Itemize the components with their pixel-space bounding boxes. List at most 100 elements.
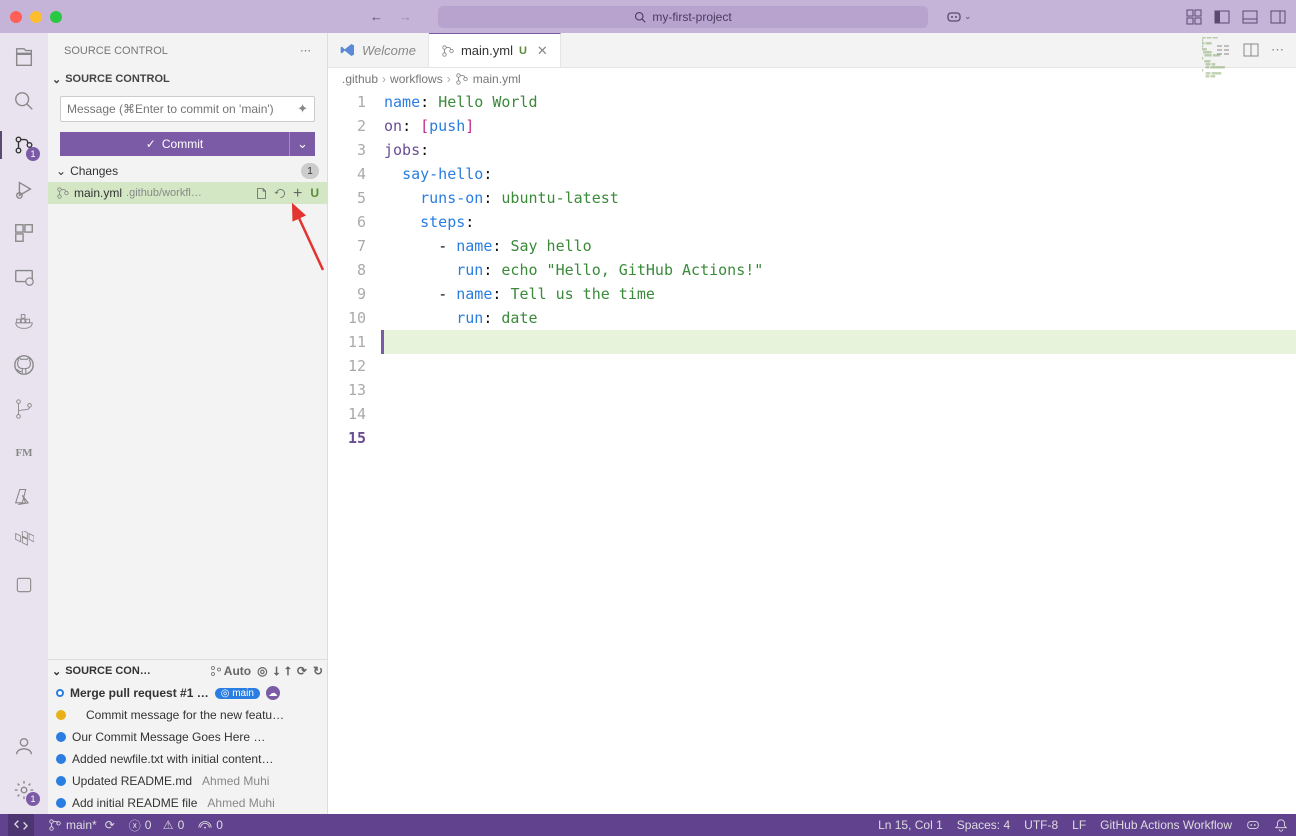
commit-row[interactable]: Our Commit Message Goes Here …: [48, 726, 327, 748]
code-editor[interactable]: 123456789101112131415 name: Hello Worldo…: [328, 90, 1296, 450]
tab-main-yml[interactable]: main.yml U ✕: [429, 33, 561, 67]
nav-forward-icon[interactable]: →: [399, 9, 412, 24]
explorer-tab[interactable]: [10, 43, 38, 71]
copilot-status-icon[interactable]: [1246, 818, 1260, 832]
remote-explorer-tab[interactable]: [10, 263, 38, 291]
branch-picker-icon[interactable]: Auto: [210, 664, 251, 678]
extra-tab[interactable]: [10, 571, 38, 599]
copilot-menu[interactable]: ⌄: [946, 9, 972, 25]
changes-count: 1: [301, 163, 319, 179]
crumb-a[interactable]: .github: [342, 72, 378, 86]
panel-bottom-icon[interactable]: [1242, 9, 1258, 25]
sparkle-icon[interactable]: ✦: [297, 101, 308, 117]
branch-indicator[interactable]: main*⟳: [48, 818, 115, 832]
accounts-icon[interactable]: [10, 732, 38, 760]
chevron-down-icon: ⌄: [297, 136, 308, 152]
problems-indicator[interactable]: ⓧ0 ⚠0: [129, 817, 185, 834]
commit-dot: [56, 689, 64, 697]
search-tab[interactable]: [10, 87, 38, 115]
chevron-down-icon: ⌄: [52, 665, 61, 678]
breadcrumb[interactable]: .github› workflows› main.yml: [328, 68, 1296, 90]
github-tab[interactable]: [10, 351, 38, 379]
terraform-tab[interactable]: [10, 527, 38, 555]
more-icon[interactable]: ⋯: [300, 44, 311, 57]
ports-indicator[interactable]: 0: [198, 818, 223, 832]
git-file-icon: [455, 72, 469, 86]
commit-row[interactable]: Updated README.mdAhmed Muhi: [48, 770, 327, 792]
discard-changes-icon[interactable]: [274, 187, 287, 200]
remote-indicator[interactable]: [8, 814, 34, 836]
minimize-window[interactable]: [30, 11, 42, 23]
panel-left-icon[interactable]: [1214, 9, 1230, 25]
commit-message-input[interactable]: [67, 102, 297, 116]
file-name: main.yml: [74, 186, 122, 200]
check-icon: ✓: [146, 137, 156, 151]
azure-tab[interactable]: [10, 483, 38, 511]
layout-grid-icon[interactable]: [1186, 9, 1202, 25]
cloud-badge: ☁: [266, 686, 280, 700]
commit-message: Added newfile.txt with initial content…: [72, 752, 273, 766]
eol-indicator[interactable]: LF: [1072, 818, 1086, 832]
activity-bar: 1 FM 1: [0, 33, 48, 814]
tab-welcome[interactable]: Welcome: [328, 33, 429, 67]
close-window[interactable]: [10, 11, 22, 23]
chevron-down-icon: ⌄: [56, 164, 66, 178]
close-icon[interactable]: ✕: [537, 43, 548, 59]
git-branch-tab[interactable]: [10, 395, 38, 423]
commit-dropdown[interactable]: ⌄: [289, 132, 315, 156]
commit-row[interactable]: Commit message for the new featu…: [48, 704, 327, 726]
crumb-b[interactable]: workflows: [390, 72, 443, 86]
panel-right-icon[interactable]: [1270, 9, 1286, 25]
maximize-window[interactable]: [50, 11, 62, 23]
run-debug-tab[interactable]: [10, 175, 38, 203]
commit-message: Merge pull request #1 …: [70, 686, 209, 700]
notifications-icon[interactable]: [1274, 818, 1288, 832]
minimap[interactable]: ███ ████ ███████ ██████████ ███████ ████…: [1202, 37, 1292, 147]
scm-badge: 1: [26, 147, 40, 161]
commit-row[interactable]: Merge pull request #1 …◎ main☁: [48, 682, 327, 704]
sidebar: SOURCE CONTROL ⋯ ⌄ SOURCE CONTROL ✦ ✓ Co…: [48, 33, 328, 814]
tab-status: U: [519, 45, 527, 57]
tab-label: Welcome: [362, 43, 416, 58]
settings-badge: 1: [26, 792, 40, 806]
changed-file-row[interactable]: main.yml .github/workfl… + U: [48, 182, 327, 204]
pull-icon[interactable]: ⭣: [274, 664, 280, 679]
nav-back-icon[interactable]: ←: [370, 9, 383, 24]
source-control-tab[interactable]: 1: [10, 131, 38, 159]
indent-indicator[interactable]: Spaces: 4: [957, 818, 1010, 832]
commit-row[interactable]: Added newfile.txt with initial content…: [48, 748, 327, 770]
extensions-tab[interactable]: [10, 219, 38, 247]
scm-section-header[interactable]: ⌄ SOURCE CONTROL: [48, 68, 327, 90]
commit-message-field[interactable]: ✦: [60, 96, 315, 122]
encoding-indicator[interactable]: UTF-8: [1024, 818, 1058, 832]
stage-plus-icon[interactable]: +: [293, 187, 302, 200]
crumb-c[interactable]: main.yml: [473, 72, 521, 86]
target-icon[interactable]: ◎: [257, 664, 267, 678]
open-file-icon[interactable]: [255, 187, 268, 200]
commit-dot: [56, 710, 66, 720]
commit-dot: [56, 754, 66, 764]
search-icon: [634, 11, 646, 23]
changes-header[interactable]: ⌄ Changes 1: [48, 160, 327, 182]
commit-message: Updated README.md: [72, 774, 192, 788]
graph-header[interactable]: ⌄ SOURCE CON… Auto ◎ ⭣ ⭡ ⟳ ↻: [48, 660, 327, 682]
command-center[interactable]: my-first-project: [438, 6, 928, 28]
cursor-position[interactable]: Ln 15, Col 1: [878, 818, 943, 832]
line-gutter: 123456789101112131415: [328, 90, 384, 450]
settings-icon[interactable]: 1: [10, 776, 38, 804]
fetch-icon[interactable]: ⟳: [297, 664, 307, 678]
commit-row[interactable]: Add initial README fileAhmed Muhi: [48, 792, 327, 814]
push-icon[interactable]: ⭡: [285, 664, 291, 679]
figma-tab[interactable]: FM: [10, 439, 38, 467]
commit-dot: [56, 798, 66, 808]
commit-button[interactable]: ✓ Commit: [60, 132, 289, 156]
refresh-icon[interactable]: ↻: [313, 664, 323, 678]
commit-author: Ahmed Muhi: [207, 796, 274, 810]
tab-label: main.yml: [461, 43, 513, 58]
code-lines[interactable]: name: Hello Worldon: [push]jobs: say-hel…: [384, 90, 1296, 450]
language-indicator[interactable]: GitHub Actions Workflow: [1100, 818, 1232, 832]
scm-section-label: SOURCE CONTROL: [65, 73, 170, 85]
docker-tab[interactable]: [10, 307, 38, 335]
traffic-lights: [10, 11, 62, 23]
git-file-icon: [441, 44, 455, 58]
